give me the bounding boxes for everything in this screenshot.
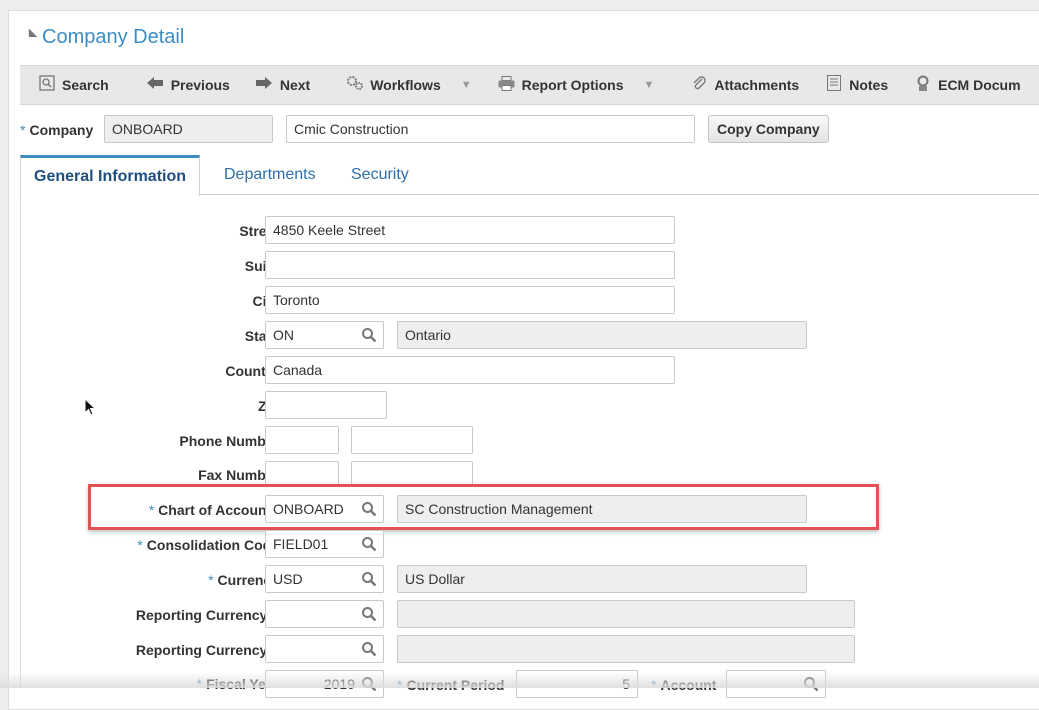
lookup-search-icon[interactable] [361, 536, 377, 552]
search-label: Search [62, 77, 109, 93]
chart-of-accounts-code-field[interactable]: ONBOARD [265, 495, 384, 523]
attachments-label: Attachments [714, 77, 800, 93]
section-header[interactable]: Company Detail [20, 22, 184, 52]
previous-button[interactable]: Previous [147, 76, 230, 94]
notes-button[interactable]: Notes [825, 75, 888, 95]
chart-of-accounts-description-field: SC Construction Management [397, 495, 807, 523]
lookup-search-icon[interactable] [361, 501, 377, 517]
phone-area-field[interactable] [265, 426, 339, 454]
chevron-down-icon[interactable]: ▼ [461, 79, 472, 91]
city-field[interactable]: Toronto [265, 286, 675, 314]
search-icon [38, 75, 55, 95]
consolidation-code-label: * Consolidation Code [137, 537, 279, 553]
reporting-currency-2-label: Reporting Currency 2 [135, 642, 279, 658]
company-name-field[interactable]: Cmic Construction [286, 115, 695, 143]
currency-code-field[interactable]: USD [265, 565, 384, 593]
tab-general-information[interactable]: General Information [20, 155, 201, 196]
copy-company-button[interactable]: Copy Company [708, 115, 829, 143]
company-label: * Company [20, 122, 94, 138]
consolidation-code-value: FIELD01 [273, 536, 329, 552]
country-field[interactable]: Canada [265, 356, 675, 384]
chevron-down-icon[interactable]: ▼ [644, 79, 655, 91]
bottom-fade [0, 672, 1039, 688]
currency-description-field: US Dollar [397, 565, 807, 593]
tab-bar: General Information Departments Security [20, 155, 1039, 196]
lookup-search-icon[interactable] [361, 606, 377, 622]
tab-security[interactable]: Security [351, 155, 409, 195]
suite-field[interactable] [265, 251, 675, 279]
company-row: * Company [20, 115, 93, 145]
arrow-left-icon [147, 76, 164, 94]
attachments-button[interactable]: Attachments [690, 75, 799, 95]
toolbar: Search Previous Next Workflows ▼ Report … [20, 65, 1039, 105]
state-code-field[interactable]: ON [265, 321, 384, 349]
next-label: Next [279, 77, 311, 93]
state-code-value: ON [273, 327, 294, 343]
next-button[interactable]: Next [256, 76, 310, 94]
lookup-search-icon[interactable] [361, 571, 377, 587]
notes-label: Notes [849, 77, 889, 93]
workflows-button[interactable]: Workflows ▼ [346, 75, 472, 95]
reporting-currency-2-description-field [397, 635, 855, 663]
currency-code-value: USD [273, 571, 303, 587]
state-description-field: Ontario [397, 321, 807, 349]
printer-icon [498, 75, 515, 95]
gears-icon [346, 75, 364, 95]
reporting-currency-1-code-field[interactable] [265, 600, 384, 628]
page-title: Company Detail [42, 25, 185, 48]
report-options-label: Report Options [521, 77, 624, 93]
report-options-button[interactable]: Report Options ▼ [498, 75, 655, 95]
chart-of-accounts-code-value: ONBOARD [273, 501, 344, 517]
street-field[interactable]: 4850 Keele Street [265, 216, 675, 244]
paperclip-icon [690, 75, 707, 95]
reporting-currency-2-code-field[interactable] [265, 635, 384, 663]
ecm-icon [914, 75, 931, 96]
reporting-currency-1-description-field [397, 600, 855, 628]
consolidation-code-field[interactable]: FIELD01 [265, 530, 384, 558]
previous-label: Previous [170, 77, 230, 93]
workflows-label: Workflows [370, 77, 441, 93]
fax-number-field[interactable] [351, 461, 473, 485]
notes-icon [825, 75, 842, 95]
mouse-cursor-icon [84, 398, 96, 416]
ecm-label: ECM Docum [938, 77, 1021, 93]
lookup-search-icon[interactable] [361, 327, 377, 343]
search-button[interactable]: Search [38, 75, 109, 95]
arrow-right-icon [256, 76, 273, 94]
company-code-field[interactable]: ONBOARD [104, 115, 273, 143]
fax-area-field[interactable] [265, 461, 339, 485]
phone-number-field[interactable] [351, 426, 473, 454]
reporting-currency-1-label: Reporting Currency 1 [135, 607, 279, 623]
label-column: Street Suite City State Country Zip Phon… [21, 195, 279, 692]
lookup-search-icon[interactable] [361, 641, 377, 657]
collapse-triangle-icon[interactable] [20, 28, 38, 46]
tab-departments[interactable]: Departments [224, 155, 316, 195]
zip-field[interactable] [265, 391, 387, 419]
ecm-documents-button[interactable]: ECM Docum [914, 75, 1021, 96]
